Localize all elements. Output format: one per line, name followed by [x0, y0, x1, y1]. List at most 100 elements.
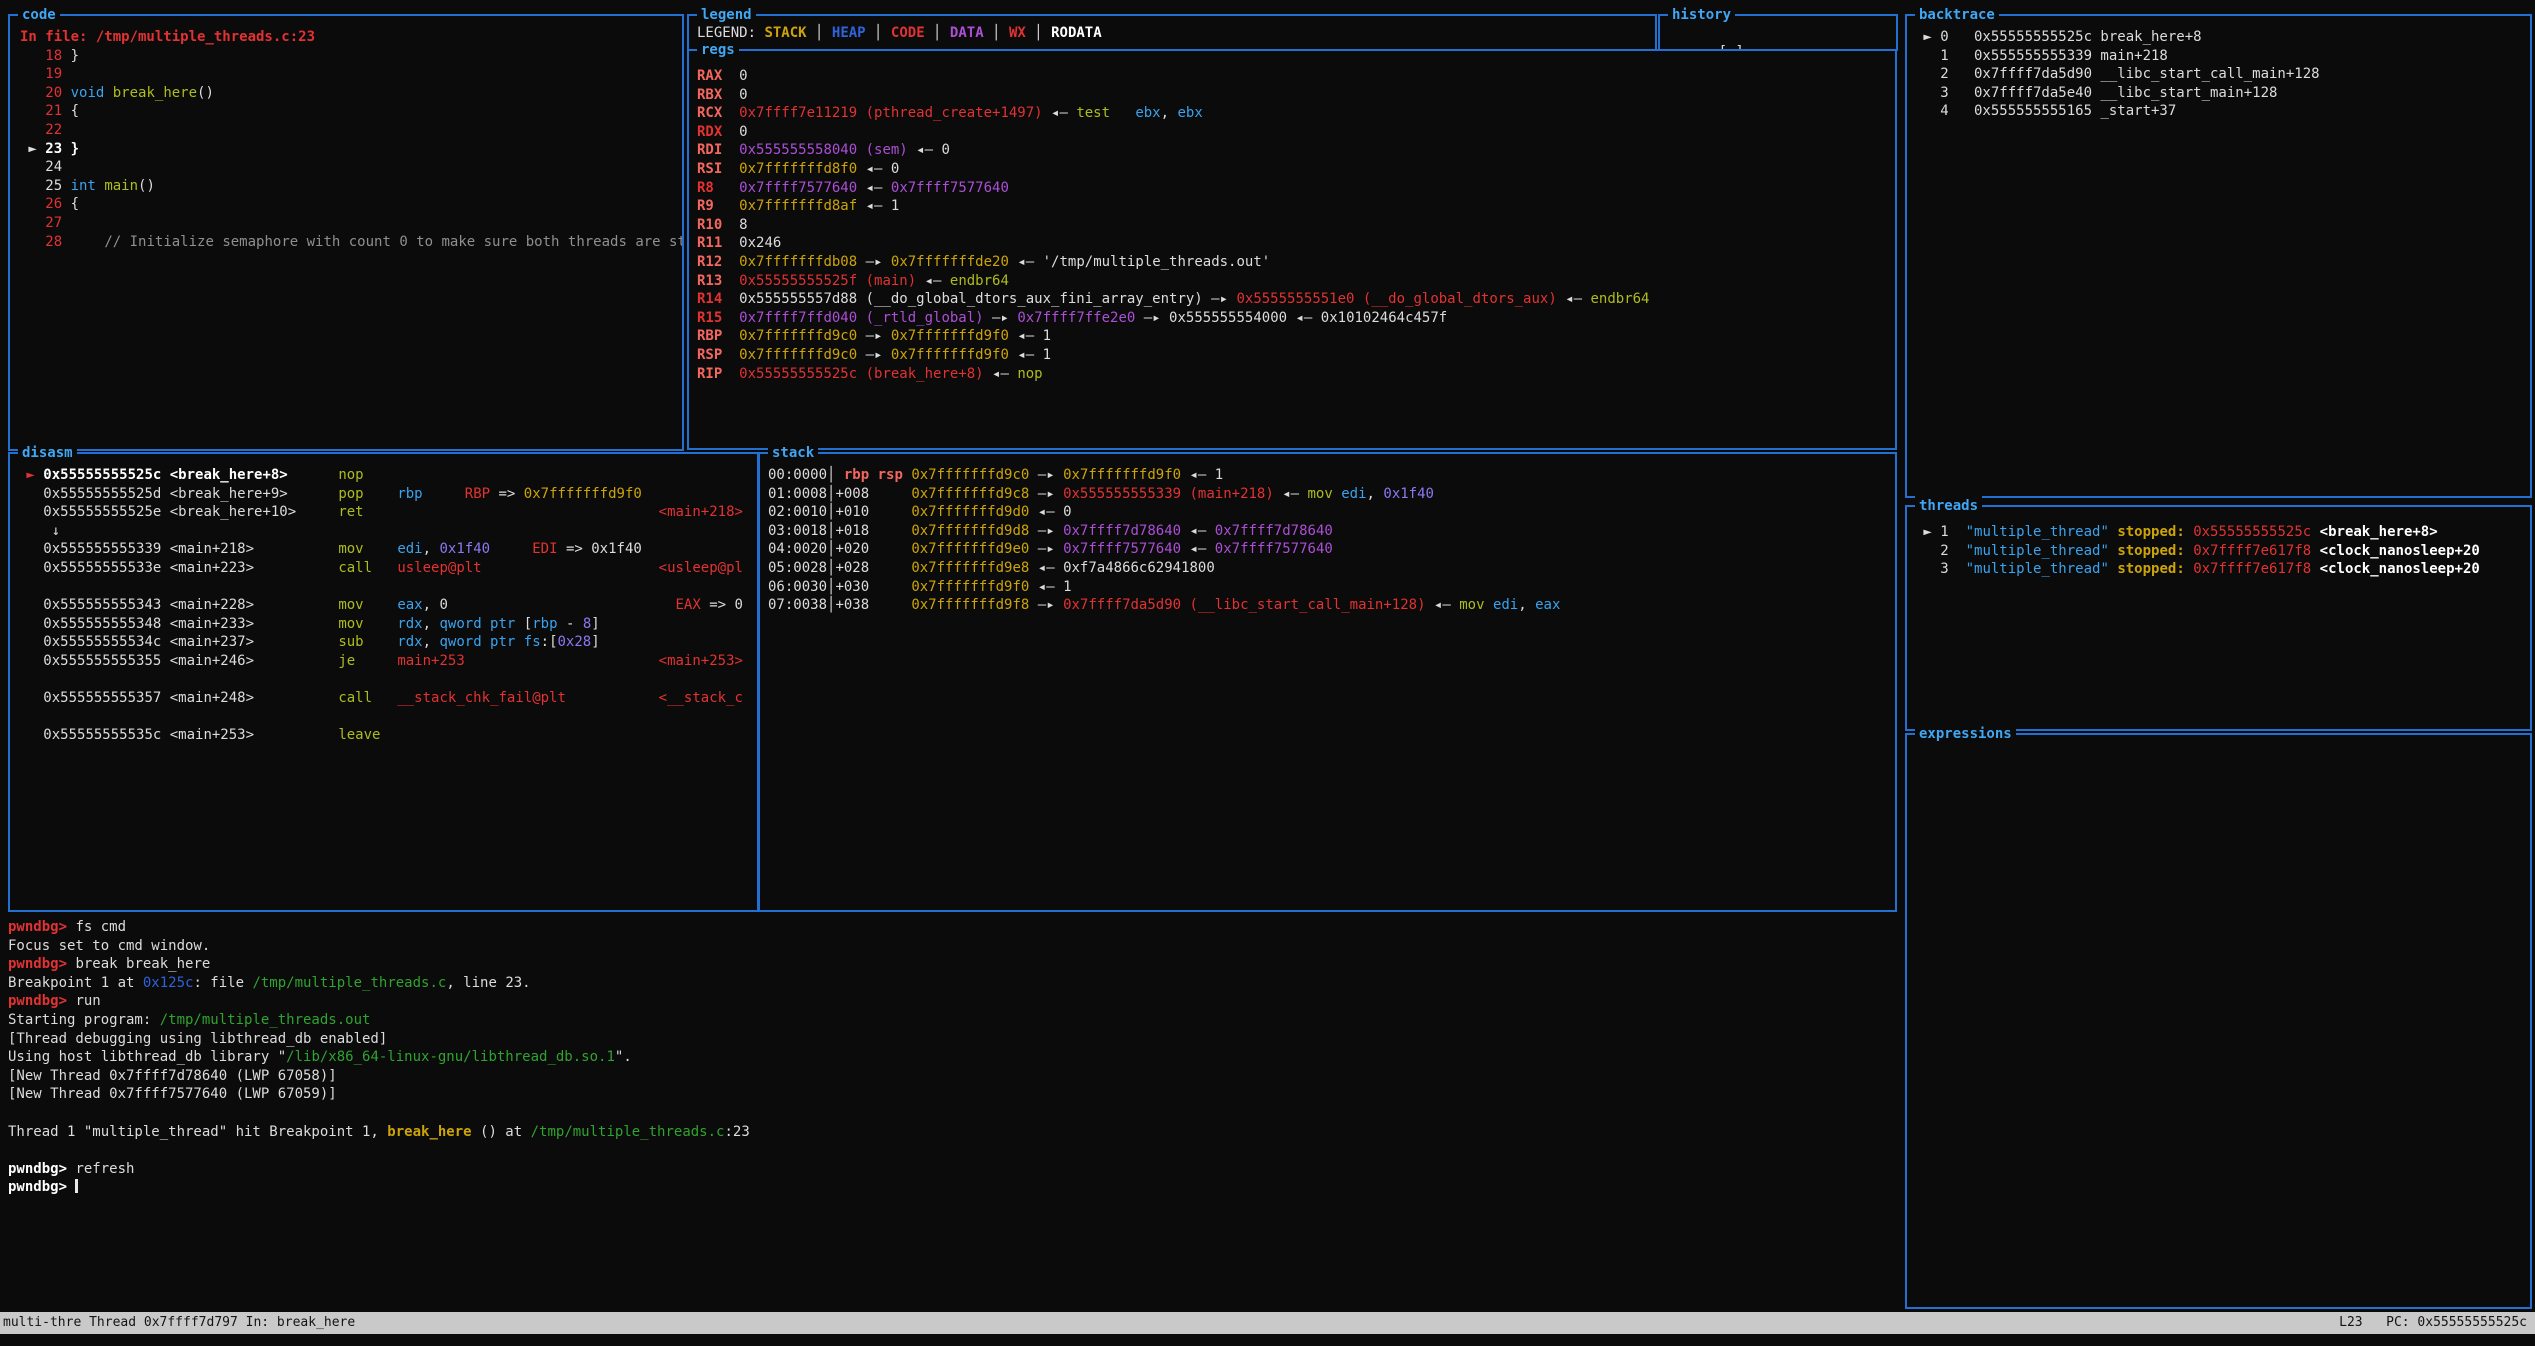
text-segment: "multiple_thread": [1966, 543, 2109, 559]
text-segment: /tmp/multiple_threads.c: [252, 975, 446, 991]
text-segment: RBP: [465, 486, 490, 502]
text-segment: RIP: [697, 366, 739, 382]
text-segment: Breakpoint 1 at: [8, 975, 143, 991]
text-segment: [254, 541, 338, 557]
text-line: Focus set to cmd window.: [8, 937, 1888, 956]
text-segment: ►: [18, 467, 43, 483]
text-line: 27: [20, 214, 682, 233]
text-line: Using host libthread_db library "/lib/x8…: [8, 1048, 1888, 1067]
text-segment: │: [925, 25, 950, 41]
status-right: L23 PC: 0x55555555525c: [2339, 1314, 2527, 1333]
text-segment: 8: [583, 616, 591, 632]
text-segment: : file: [193, 975, 252, 991]
text-segment: usleep@plt: [397, 560, 481, 576]
text-segment: [20, 103, 45, 119]
text-segment: ◂—: [1029, 504, 1063, 520]
text-segment: endbr64: [950, 273, 1009, 289]
text-segment: [2185, 561, 2193, 577]
text-segment: /lib/x86_64-linux-gnu/libthread_db.so.1: [286, 1049, 615, 1065]
text-line: 1 0x555555555339 main+218: [1915, 47, 2530, 66]
text-segment: 0: [739, 68, 747, 84]
text-segment: }: [62, 48, 79, 64]
text-segment: <clock_nanosleep+20: [2320, 561, 2480, 577]
text-line: 0x555555555343 <main+228> mov eax, 0 EAX…: [18, 596, 757, 615]
text-segment: main: [104, 178, 138, 194]
text-segment: 0x7fffffffd9d0: [911, 504, 1029, 520]
text-segment: 0x55555555525f (main): [739, 273, 916, 289]
text-line: ► 0x55555555525c <break_here+8> nop: [18, 466, 757, 485]
text-segment: [18, 504, 43, 520]
gdb-console[interactable]: pwndbg> fs cmdFocus set to cmd window.pw…: [8, 918, 1888, 1208]
text-segment: 00:0000: [768, 467, 827, 483]
text-line: R12 0x7fffffffdb08 —▸ 0x7fffffffde20 ◂— …: [697, 253, 1895, 272]
text-segment: rdx: [397, 634, 422, 650]
text-segment: Starting program:: [8, 1012, 160, 1028]
text-line: 01:0008│+008 0x7fffffffd9c8 —▸ 0x5555555…: [768, 485, 1895, 504]
text-segment: [1110, 105, 1135, 121]
text-segment: 0xf7a4866c62941800: [1063, 560, 1215, 576]
text-segment: 25: [20, 178, 71, 194]
text-segment: R12: [697, 254, 739, 270]
text-segment: 0x1f40: [591, 541, 642, 557]
text-segment: ,: [1518, 597, 1535, 613]
text-segment: qword ptr: [439, 634, 523, 650]
text-segment: ◂—: [1009, 347, 1043, 363]
panel-title-code: code: [18, 5, 60, 25]
text-segment: [2311, 561, 2319, 577]
text-segment: [18, 727, 43, 743]
text-line: R9 0x7fffffffd8af ◂— 1: [697, 197, 1895, 216]
text-line: 24: [20, 158, 682, 177]
text-segment: 0x7fffffffd9c0: [739, 347, 857, 363]
text-segment: [254, 560, 338, 576]
panel-title-stack: stack: [768, 443, 818, 463]
text-segment: 0x7ffff7da5d90 (__libc_start_call_main+1…: [1063, 597, 1425, 613]
text-segment: 0x7fffffffd9f0: [524, 486, 642, 502]
text-segment: rdx: [397, 616, 422, 632]
legend-row: LEGEND: STACK │ HEAP │ CODE │ DATA │ WX …: [689, 16, 1655, 51]
text-segment: ◂—: [1029, 579, 1063, 595]
text-segment: 0x555555555339 <main+218>: [43, 541, 254, 557]
text-segment: │: [866, 25, 891, 41]
text-segment: [490, 541, 532, 557]
text-segment: 27: [45, 215, 62, 231]
text-segment: 0x7fffffffd9f0: [891, 347, 1009, 363]
text-segment: ◂—: [1426, 597, 1460, 613]
text-segment: ebx: [1177, 105, 1202, 121]
text-segment: EDI: [532, 541, 557, 557]
text-segment: [372, 690, 397, 706]
text-segment: RSI: [697, 161, 739, 177]
panel-title-threads: threads: [1915, 496, 1982, 516]
text-line: 00:0000│ rbp rsp 0x7fffffffd9c0 —▸ 0x7ff…: [768, 466, 1895, 485]
text-segment: 07:0038: [768, 597, 827, 613]
text-segment: [254, 634, 338, 650]
panel-code: code In file: /tmp/multiple_threads.c:23…: [8, 14, 684, 451]
text-segment: int: [71, 178, 96, 194]
text-segment: :23: [724, 1124, 749, 1140]
text-segment: [20, 122, 45, 138]
text-segment: 3 0x7ffff7da5e40 __libc_start_main+128: [1915, 85, 2277, 101]
text-segment: fs: [524, 634, 541, 650]
stack-view: 00:0000│ rbp rsp 0x7fffffffd9c0 —▸ 0x7ff…: [760, 454, 1895, 910]
text-line: Thread 1 "multiple_thread" hit Breakpoin…: [8, 1123, 1888, 1142]
text-segment: fs cmd: [75, 919, 126, 935]
text-segment: ,: [423, 634, 440, 650]
text-segment: [869, 486, 911, 502]
text-segment: ebx: [1135, 105, 1160, 121]
text-segment: ◂—: [1043, 105, 1077, 121]
text-segment: [254, 616, 338, 632]
text-line: [8, 1141, 1888, 1160]
text-segment: [20, 48, 45, 64]
text-line: 0x555555555357 <main+248> call __stack_c…: [18, 689, 757, 708]
text-segment: [869, 504, 911, 520]
text-segment: [869, 560, 911, 576]
text-segment: 1 0x555555555339 main+218: [1915, 48, 2168, 64]
panel-title-history: history: [1668, 5, 1735, 25]
text-segment: [364, 597, 398, 613]
text-segment: [372, 560, 397, 576]
text-segment: 0x7fffffffd9c0: [911, 467, 1029, 483]
text-segment: +008: [835, 486, 869, 502]
text-segment: 0x1f40: [1383, 486, 1434, 502]
text-segment: HEAP: [832, 25, 866, 41]
text-segment: +010: [835, 504, 869, 520]
text-segment: 0x55555555533e <main+223>: [43, 560, 254, 576]
